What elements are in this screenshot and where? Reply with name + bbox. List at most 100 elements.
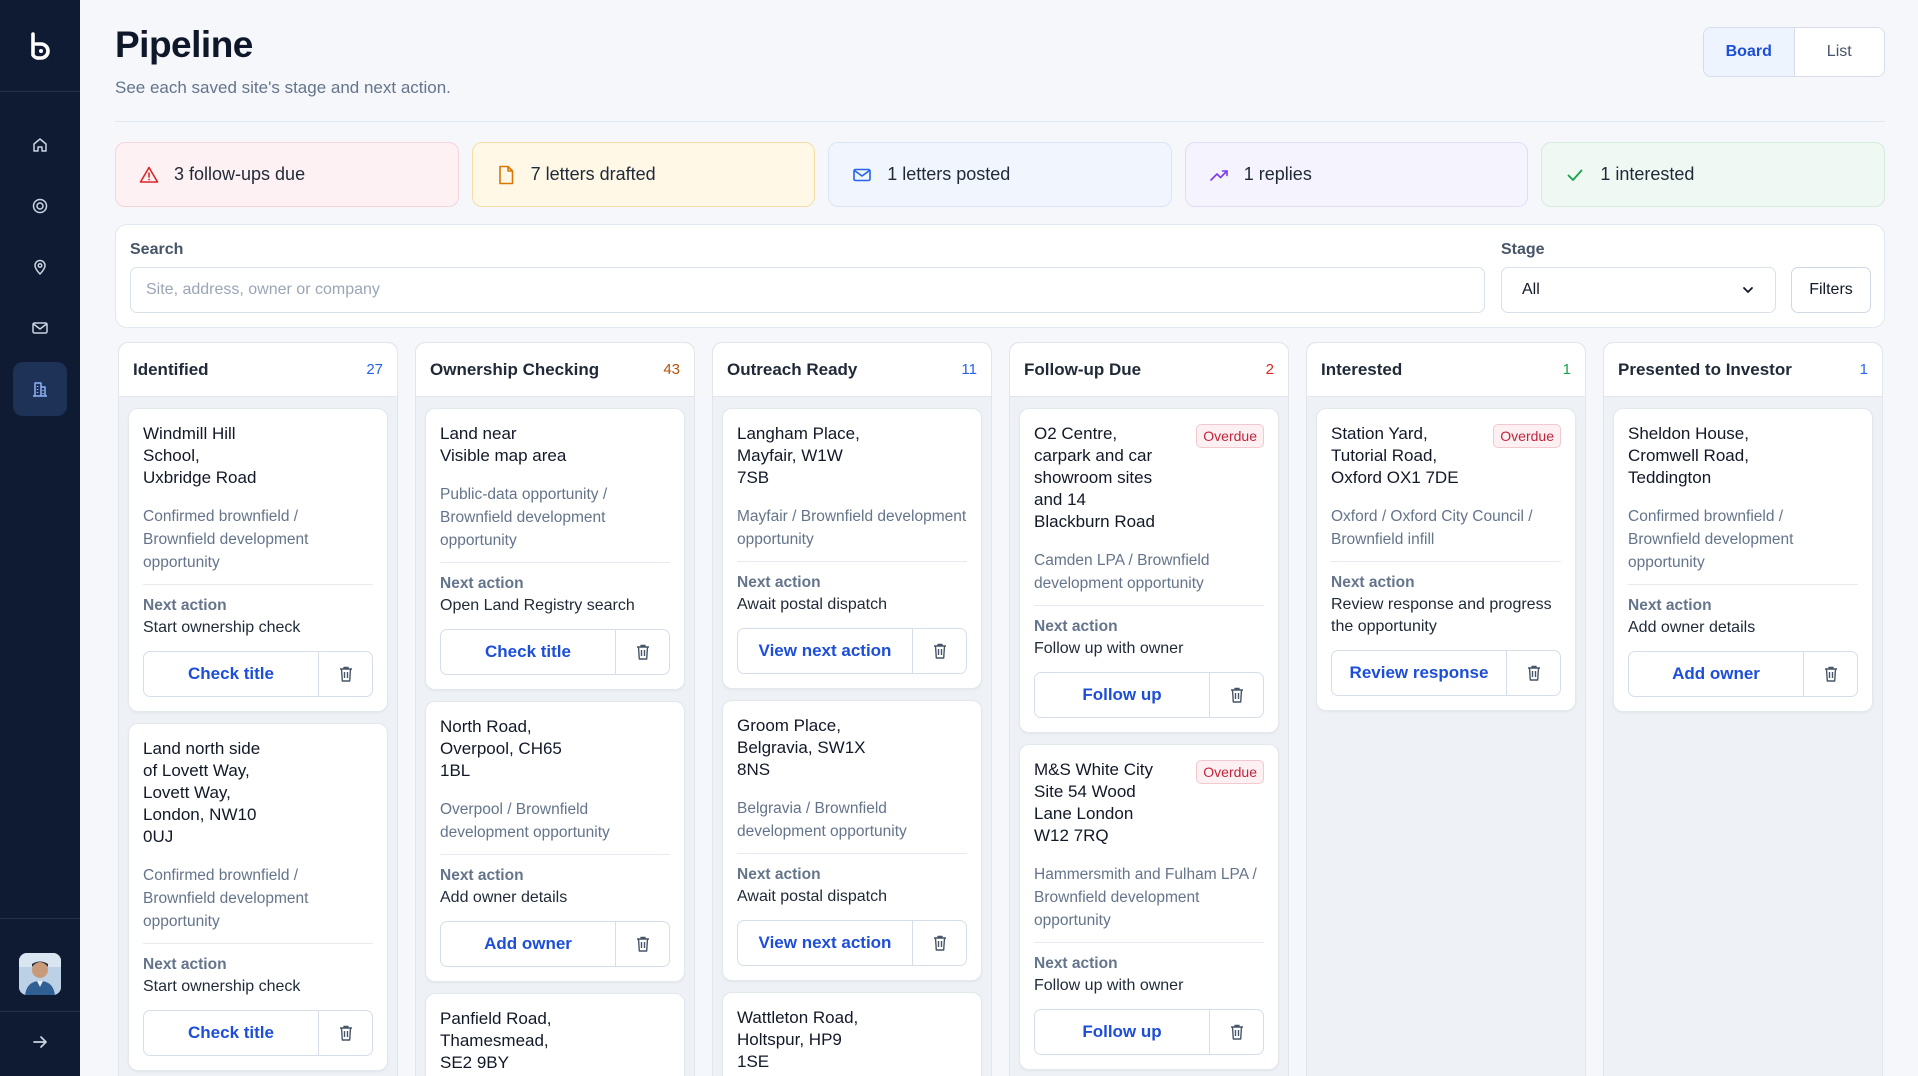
sidebar (0, 0, 80, 1076)
delete-button[interactable] (912, 629, 966, 673)
board-column: Outreach Ready 11 Langham Place, Mayfair, … (712, 342, 992, 1076)
site-title: Windmill Hill School, Uxbridge Road (143, 424, 257, 487)
app-logo[interactable] (0, 0, 80, 92)
board-column: Interested 1 Station Yard, Tutorial Road, … (1306, 342, 1586, 1076)
sidebar-item-home[interactable] (13, 118, 67, 172)
stage-select[interactable]: All (1501, 267, 1776, 313)
sidebar-item-mail[interactable] (13, 301, 67, 355)
stat-letters-posted[interactable]: 1 letters posted (828, 142, 1172, 207)
search-input[interactable] (130, 267, 1485, 313)
card-actions: Review response (1331, 650, 1561, 696)
board-column: Ownership Checking 43 Land near Visible ma… (415, 342, 695, 1076)
site-card[interactable]: M&S White City Site 54 Wood Lane London … (1019, 744, 1279, 1070)
primary-action-button[interactable]: Check title (144, 652, 318, 696)
site-card[interactable]: Land near Visible map area Public-data op… (425, 408, 685, 690)
column-count: 43 (663, 361, 680, 378)
site-card[interactable]: Panfield Road, Thamesmead, SE2 9BY (425, 993, 685, 1076)
next-action-value: Await postal dispatch (737, 596, 888, 613)
primary-action-button[interactable]: Add owner (1629, 652, 1803, 696)
site-title: Groom Place, Belgravia, SW1X 8NS (737, 716, 866, 779)
column-count: 1 (1859, 361, 1868, 378)
next-action-label: Next action (143, 956, 227, 973)
column-header: Follow-up Due 2 (1010, 343, 1288, 397)
board-view-button[interactable]: Board (1704, 28, 1795, 76)
site-card[interactable]: Windmill Hill School, Uxbridge Road Confi… (128, 408, 388, 712)
site-title: Panfield Road, Thamesmead, SE2 9BY (440, 1009, 552, 1072)
column-header: Interested 1 (1307, 343, 1585, 397)
search-label: Search (130, 241, 184, 258)
stat-follow-ups[interactable]: 3 follow-ups due (115, 142, 459, 207)
delete-button[interactable] (318, 652, 372, 696)
card-actions: Add owner (1628, 651, 1858, 697)
next-action-label: Next action (143, 597, 227, 614)
column-count: 1 (1562, 361, 1571, 378)
site-card[interactable]: Sheldon House, Cromwell Road, Teddington… (1613, 408, 1873, 712)
delete-button[interactable] (1803, 652, 1857, 696)
column-header: Ownership Checking 43 (416, 343, 694, 397)
stat-replies[interactable]: 1 replies (1184, 142, 1529, 207)
trash-icon (635, 643, 651, 661)
site-card[interactable]: Wattleton Road, Holtspur, HP9 1SE (722, 992, 982, 1076)
primary-action-button[interactable]: Follow up (1035, 673, 1209, 717)
trash-icon (1229, 686, 1245, 704)
board-column: Presented to Investor 1 Sheldon House, Cro… (1603, 342, 1883, 1076)
stat-label: 1 replies (1243, 164, 1312, 184)
sidebar-item-map-pin[interactable] (13, 240, 67, 294)
stat-letters-drafted[interactable]: 7 letters drafted (471, 142, 816, 207)
delete-button[interactable] (615, 630, 669, 674)
card-actions: View next action (737, 628, 967, 674)
sidebar-item-target[interactable] (13, 179, 67, 233)
delete-button[interactable] (1209, 673, 1263, 717)
next-action-label: Next action (440, 867, 524, 884)
primary-action-button[interactable]: Check title (441, 630, 615, 674)
site-meta: Hammersmith and Fulham LPA / Brownfield … (1034, 863, 1264, 943)
site-card[interactable]: Langham Place, Mayfair, W1W 7SB Mayfair /… (722, 408, 982, 689)
sidebar-item-building[interactable] (13, 362, 67, 416)
next-action-value: Await postal dispatch (737, 888, 888, 905)
column-title: Ownership Checking (430, 359, 600, 379)
stat-label: 3 follow-ups due (174, 164, 306, 184)
delete-button[interactable] (1209, 1010, 1263, 1054)
site-card[interactable]: O2 Centre, carpark and car showroom site… (1019, 408, 1279, 733)
site-card[interactable]: Groom Place, Belgravia, SW1X 8NS Belgravi… (722, 700, 982, 981)
collapse-button[interactable] (27, 1029, 53, 1055)
site-title: Land north side of Lovett Way, Lovett Wa… (143, 739, 261, 846)
stat-interested[interactable]: 1 interested (1541, 142, 1885, 207)
home-icon (31, 136, 49, 154)
delete-button[interactable] (1506, 651, 1560, 695)
primary-action-button[interactable]: Follow up (1035, 1010, 1209, 1054)
stage-label: Stage (1501, 241, 1545, 258)
next-action-label: Next action (737, 574, 821, 591)
page-title: Pipeline (115, 24, 253, 65)
site-meta: Mayfair / Brownfield development opportu… (737, 505, 967, 562)
overdue-badge: Overdue (1196, 760, 1264, 784)
column-title: Presented to Investor (1618, 359, 1792, 379)
site-card[interactable]: North Road, Overpool, CH65 1BL Overpool /… (425, 701, 685, 982)
list-view-button[interactable]: List (1795, 28, 1885, 76)
delete-button[interactable] (615, 922, 669, 966)
site-title: O2 Centre, carpark and car showroom site… (1034, 424, 1155, 531)
primary-action-button[interactable]: Check title (144, 1011, 318, 1055)
avatar[interactable] (19, 953, 61, 995)
column-count: 27 (366, 361, 383, 378)
trash-icon (635, 935, 651, 953)
primary-action-button[interactable]: View next action (738, 921, 912, 965)
primary-action-button[interactable]: View next action (738, 629, 912, 673)
site-title: Station Yard, Tutorial Road, Oxford OX1 … (1331, 424, 1459, 487)
next-action-label: Next action (440, 575, 524, 592)
overdue-badge: Overdue (1196, 424, 1264, 448)
site-card[interactable]: Land north side of Lovett Way, Lovett Wa… (128, 723, 388, 1071)
stat-label: 1 letters posted (887, 164, 1011, 184)
site-meta: Belgravia / Brownfield development oppor… (737, 797, 967, 854)
column-title: Interested (1321, 359, 1403, 379)
trash-icon (1526, 664, 1542, 682)
trash-icon (1823, 665, 1839, 683)
primary-action-button[interactable]: Review response (1332, 651, 1506, 695)
filters-button[interactable]: Filters (1791, 267, 1871, 313)
primary-action-button[interactable]: Add owner (441, 922, 615, 966)
site-meta: Public-data opportunity / Brownfield dev… (440, 483, 670, 563)
delete-button[interactable] (318, 1011, 372, 1055)
site-card[interactable]: Station Yard, Tutorial Road, Oxford OX1 … (1316, 408, 1576, 711)
delete-button[interactable] (912, 921, 966, 965)
sidebar-nav (0, 118, 80, 423)
